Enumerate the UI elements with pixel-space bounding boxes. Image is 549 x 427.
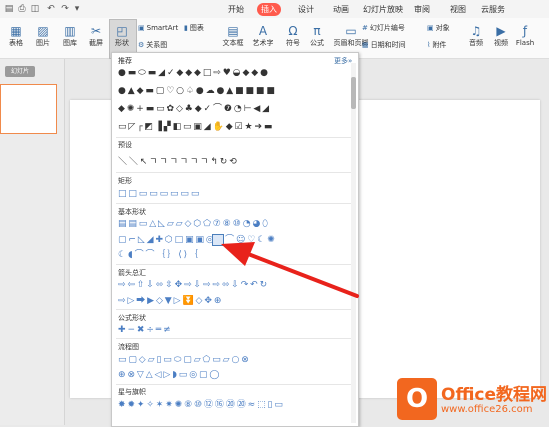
tab-view[interactable]: 视图 (446, 3, 470, 16)
divider (116, 137, 352, 138)
section-stars-banners: 星与旗帜 (118, 388, 146, 396)
redo-icon[interactable]: ↷ (60, 4, 70, 14)
textbox-button[interactable]: ▤ 文本框 (221, 22, 245, 48)
tab-insert[interactable]: 插入 (257, 3, 281, 16)
more-shapes-link[interactable]: 更多» (334, 56, 352, 66)
audio-icon: ♫ (470, 24, 482, 38)
shape-row[interactable]: ⇨▷⮕▶◇▼▷⏬◇✥⊕ (118, 295, 223, 307)
shape-row[interactable]: ◆✺+▬▭✿◇♣◆✓⌒❼◔⊢◀◢ (118, 103, 271, 115)
wordart-icon: A (258, 24, 268, 38)
shape-row[interactable]: ●▬⬭▬◢✓◆◆◆□⇨♥◒◆◆● (118, 67, 270, 79)
datetime-button[interactable]: ▦ 日期和时间 (362, 40, 406, 50)
object-button[interactable]: ▣ 对象 (427, 23, 450, 33)
watermark-logo: O Office教程网 www.office26.com (397, 378, 547, 424)
header-footer-icon: ▭ (345, 24, 357, 38)
slide-number-button[interactable]: # 幻灯片编号 (362, 23, 405, 33)
slide-thumbnail[interactable] (0, 84, 57, 134)
preview-icon[interactable]: ◫ (30, 4, 40, 14)
shape-row[interactable]: ✸✹✦✧✶✷✺⑧⑩⑫⑯⑳⑳≈⬚▯▭ (118, 399, 285, 411)
section-preset: 预设 (118, 141, 132, 149)
divider (116, 338, 352, 339)
shape-row[interactable]: ＼＼↖ㄱㄱㄱㄱㄱㄱ↰↻⟲ (118, 156, 239, 168)
omega-icon: Ω (288, 24, 298, 38)
shape-button[interactable]: ◰ 形状 (110, 22, 134, 48)
section-arrows: 箭头总汇 (118, 269, 146, 277)
print-icon[interactable]: ⎙ (17, 4, 27, 14)
relation-icon: ⚙ (138, 41, 145, 49)
tab-cloud[interactable]: 云服务 (477, 3, 509, 16)
smartart-button[interactable]: ▣ SmartArt (138, 23, 178, 33)
divider (116, 203, 352, 204)
scrollbar-thumb[interactable] (351, 77, 356, 109)
formula-button[interactable]: π 公式 (305, 22, 329, 48)
slides-tab[interactable]: 幻灯片 (5, 66, 35, 77)
shape-row[interactable]: ▤▤▭△◺▱▱◇⬡⬠⑦⑧⑩◔◕⬯ (118, 218, 270, 230)
office-logo-icon: O (397, 378, 437, 420)
pi-icon: π (313, 24, 321, 38)
undo-icon[interactable]: ↶ (46, 4, 56, 14)
attachment-button[interactable]: ⌇ 附件 (427, 40, 446, 50)
gallery-icon: ▥ (64, 24, 76, 38)
shape-row[interactable]: ✚−✖÷═≠ (118, 324, 173, 336)
shape-icon: ◰ (116, 24, 128, 38)
video-icon: ▶ (496, 24, 506, 38)
tab-animation[interactable]: 动画 (329, 3, 353, 16)
chart-icon: ▮ (184, 24, 188, 32)
shape-row[interactable]: ●▲◆▬▢♡○♤●☁●▲■■■■ (118, 85, 277, 97)
shape-row[interactable]: ▭▢◇▱▯▭⬭▢▱⬠▭▱○⊗ (118, 354, 251, 366)
tab-design[interactable]: 设计 (294, 3, 318, 16)
divider (116, 384, 352, 385)
tab-review[interactable]: 审阅 (410, 3, 434, 16)
chart-button[interactable]: ▮ 图表 (184, 23, 204, 33)
file-icon[interactable]: ▤ (4, 4, 14, 14)
number-icon: # (362, 24, 368, 32)
watermark-url: www.office26.com (441, 404, 533, 415)
paperclip-icon: ⌇ (427, 41, 431, 49)
shape-row[interactable]: □□▭▭▭▭▭▭ (118, 188, 201, 200)
flash-icon: ƒ (522, 24, 528, 38)
shape-row[interactable]: ⊕⊗▽△◁▷◗▭◎▢◯ (118, 369, 221, 381)
section-rectangle: 矩形 (118, 177, 132, 185)
divider (116, 172, 352, 173)
calendar-icon: ▦ (362, 41, 369, 49)
shape-row[interactable]: ▭◸┌◩▐▞◧▭▣◢✋◆☑★➔▬ (118, 121, 274, 133)
table-icon: ▦ (10, 24, 22, 38)
shape-row[interactable]: ☾◖⌒⌒｛｝⟨⟩｛ (118, 249, 200, 261)
object-icon: ▣ (427, 24, 434, 32)
scissors-icon: ✂ (90, 24, 102, 38)
header-footer-button[interactable]: ▭ 页眉和页脚 (334, 22, 369, 48)
smartart-icon: ▣ (138, 24, 145, 32)
watermark-title: Office教程网 (441, 385, 548, 405)
textbox-icon: ▤ (227, 24, 239, 38)
section-basic-shapes: 基本形状 (118, 208, 146, 216)
flash-button[interactable]: ƒ Flash (513, 22, 537, 48)
quick-access-dropdown-icon[interactable]: ▾ (72, 4, 82, 14)
wordart-button[interactable]: A 艺术字 (251, 22, 275, 48)
tab-home[interactable]: 开始 (224, 3, 248, 16)
annotation-arrow (221, 242, 359, 298)
picture-icon: ▨ (37, 24, 49, 38)
section-flowchart: 流程图 (118, 343, 139, 351)
divider (116, 309, 352, 310)
relation-button[interactable]: ⚙ 关系图 (138, 40, 167, 50)
section-equation: 公式形状 (118, 314, 146, 322)
section-recommended: 推荐 (118, 57, 132, 65)
tab-slideshow[interactable]: 幻灯片放映 (359, 3, 407, 16)
